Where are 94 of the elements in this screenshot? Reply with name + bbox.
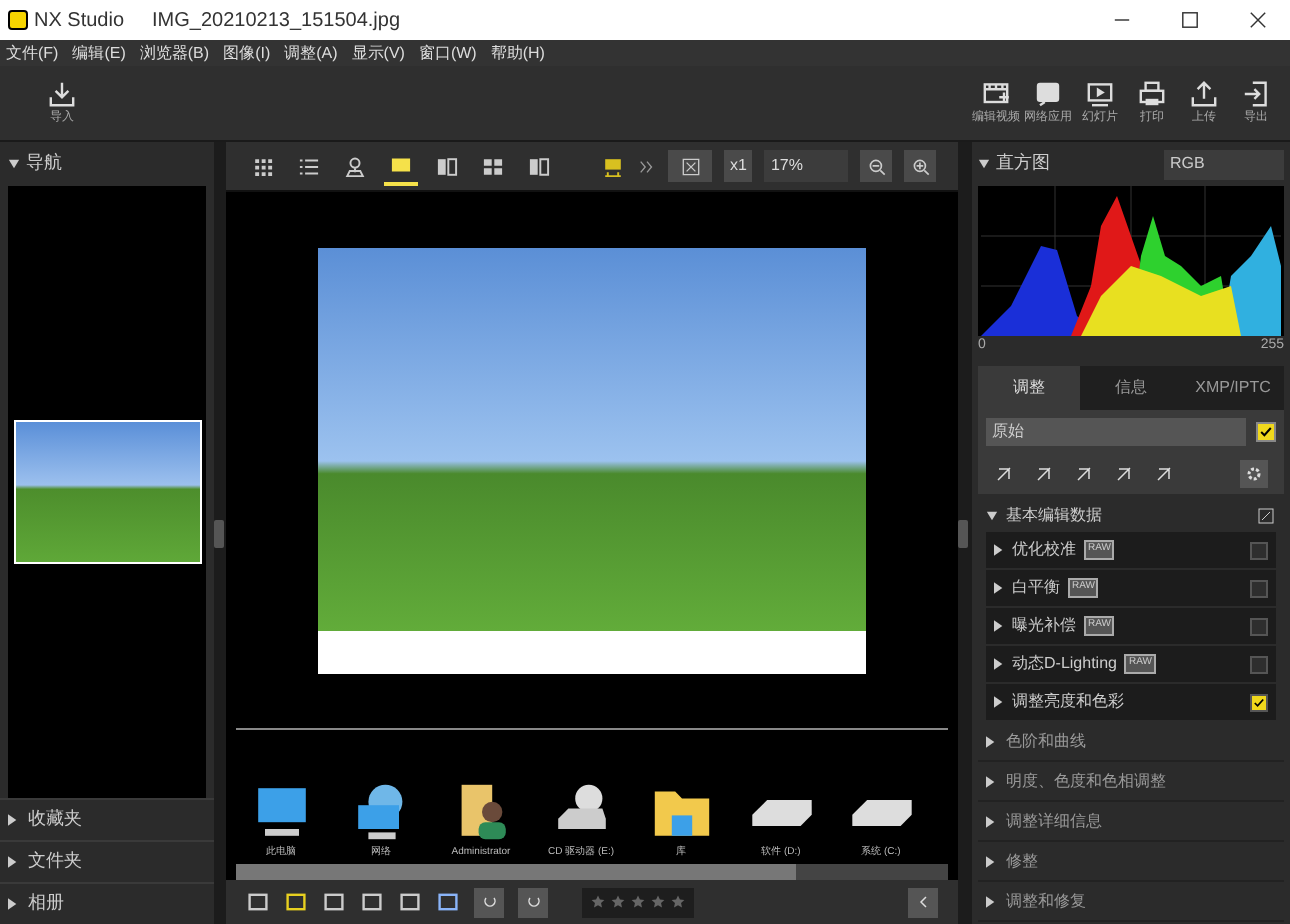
collapsed-arrow-icon[interactable] (8, 898, 18, 910)
collapsed-section[interactable]: 明度、色度和色相调整 (978, 762, 1284, 802)
split-view-icon (526, 153, 552, 179)
check-icon (1252, 695, 1266, 709)
collapsed-section[interactable]: 修整 (978, 842, 1284, 882)
panel-handle[interactable] (958, 519, 968, 547)
section-title: 基本编辑数据 (1006, 503, 1102, 527)
fit-button[interactable] (668, 150, 712, 182)
expanded-arrow-icon[interactable] (986, 509, 998, 521)
checkbox[interactable] (1256, 422, 1276, 442)
checkbox[interactable] (1250, 617, 1268, 635)
panel-section-title[interactable]: 收藏夹 (28, 806, 82, 834)
menu-item[interactable]: 编辑(E) (72, 41, 126, 65)
drive-icon (751, 799, 811, 825)
collapsed-arrow-icon[interactable] (986, 895, 996, 907)
app-icon (1032, 78, 1064, 110)
panel-handle[interactable] (214, 519, 224, 547)
menu-item[interactable]: 调整(A) (284, 41, 338, 65)
tab[interactable]: 信息 (1080, 366, 1182, 410)
zoom-field[interactable]: 17% (764, 150, 849, 182)
collapsed-arrow-icon (994, 582, 1004, 594)
scale-button[interactable]: x1 (724, 150, 753, 182)
star-icon (650, 894, 666, 910)
rotate-icon (479, 892, 499, 912)
check-icon (1258, 424, 1274, 440)
settings-button[interactable] (1240, 460, 1268, 488)
collapsed-section[interactable]: 调整详细信息 (978, 802, 1284, 842)
expanded-arrow-icon[interactable] (8, 158, 20, 170)
collapsed-arrow-icon[interactable] (8, 814, 18, 826)
collapsed-arrow-icon (994, 658, 1004, 670)
rotate-icon (523, 892, 543, 912)
zoom-out-icon (865, 155, 888, 177)
expanded-arrow-icon (978, 158, 990, 170)
display-icon (600, 153, 626, 179)
checkbox[interactable] (1250, 541, 1268, 559)
menu-item[interactable]: 显示(V) (351, 41, 405, 65)
maximize-icon (1178, 8, 1202, 32)
edit-icon (1256, 505, 1276, 525)
tab[interactable]: 调整 (978, 366, 1080, 410)
checkbox[interactable] (1250, 579, 1268, 597)
panel-section-title[interactable]: 文件夹 (28, 848, 82, 876)
collapsed-arrow-icon (994, 544, 1004, 556)
zoom-in-button[interactable] (904, 150, 937, 182)
drive-icon (851, 799, 911, 825)
play-icon (1084, 78, 1116, 110)
window-title: IMG_20210213_151504.jpg (152, 7, 401, 35)
fit-screen-icon (679, 155, 701, 177)
upload-icon (1188, 78, 1220, 110)
collapsed-arrow-icon (994, 620, 1004, 632)
star-icon (590, 894, 606, 910)
collapsed-arrow-icon[interactable] (986, 775, 996, 787)
rating-control[interactable] (582, 887, 694, 917)
collapsed-section[interactable]: 色阶和曲线 (978, 722, 1284, 762)
rotate-left-button[interactable] (474, 887, 504, 917)
previous-button[interactable] (908, 887, 938, 917)
adjustment-row[interactable]: 调整亮度和色彩 (986, 684, 1276, 720)
export-icon (1240, 78, 1272, 110)
collapsed-arrow-icon (994, 696, 1004, 708)
star-icon (630, 894, 646, 910)
collapsed-arrow-icon[interactable] (8, 856, 18, 868)
double-chevron-icon (638, 157, 656, 175)
collapsed-arrow-icon[interactable] (986, 855, 996, 867)
download-icon (46, 78, 78, 110)
collapsed-section[interactable]: 调整和修复 (978, 882, 1284, 922)
four-panel-icon (480, 153, 506, 179)
menu-item[interactable]: 窗口(W) (418, 41, 477, 65)
menu-item[interactable]: 帮助(H) (490, 41, 545, 65)
panel-title: 导航 (26, 150, 62, 177)
settings-icon (1244, 464, 1264, 484)
map-pin-icon (342, 153, 368, 179)
collapsed-arrow-icon[interactable] (986, 735, 996, 747)
rotate-right-button[interactable] (518, 887, 548, 917)
printer-icon (1136, 78, 1168, 110)
channel-dropdown[interactable]: RGB (1164, 149, 1284, 179)
menu-item[interactable]: 图像(I) (223, 41, 271, 65)
close-icon (1246, 8, 1270, 32)
checkbox[interactable] (1250, 655, 1268, 673)
scrollbar-thumb[interactable] (236, 864, 796, 880)
collapsed-arrow-icon[interactable] (986, 815, 996, 827)
app-logo-icon (8, 10, 28, 30)
star-icon (670, 894, 686, 910)
menu-item[interactable]: 文件(F) (6, 41, 59, 65)
grid-icon (250, 153, 276, 179)
zoom-out-button[interactable] (860, 150, 893, 182)
app-name: NX Studio (34, 7, 125, 35)
two-panel-icon (434, 153, 460, 179)
preset-dropdown[interactable]: 原始 (986, 418, 1246, 446)
menu-item[interactable]: 浏览器(B) (139, 41, 210, 65)
checkbox[interactable] (1250, 693, 1268, 711)
panel-title: 直方图 (996, 150, 1050, 177)
panel-section-title[interactable]: 相册 (28, 890, 64, 918)
tab[interactable]: XMP/IPTC (1182, 366, 1284, 410)
star-icon (610, 894, 626, 910)
zoom-in-icon (909, 155, 932, 177)
